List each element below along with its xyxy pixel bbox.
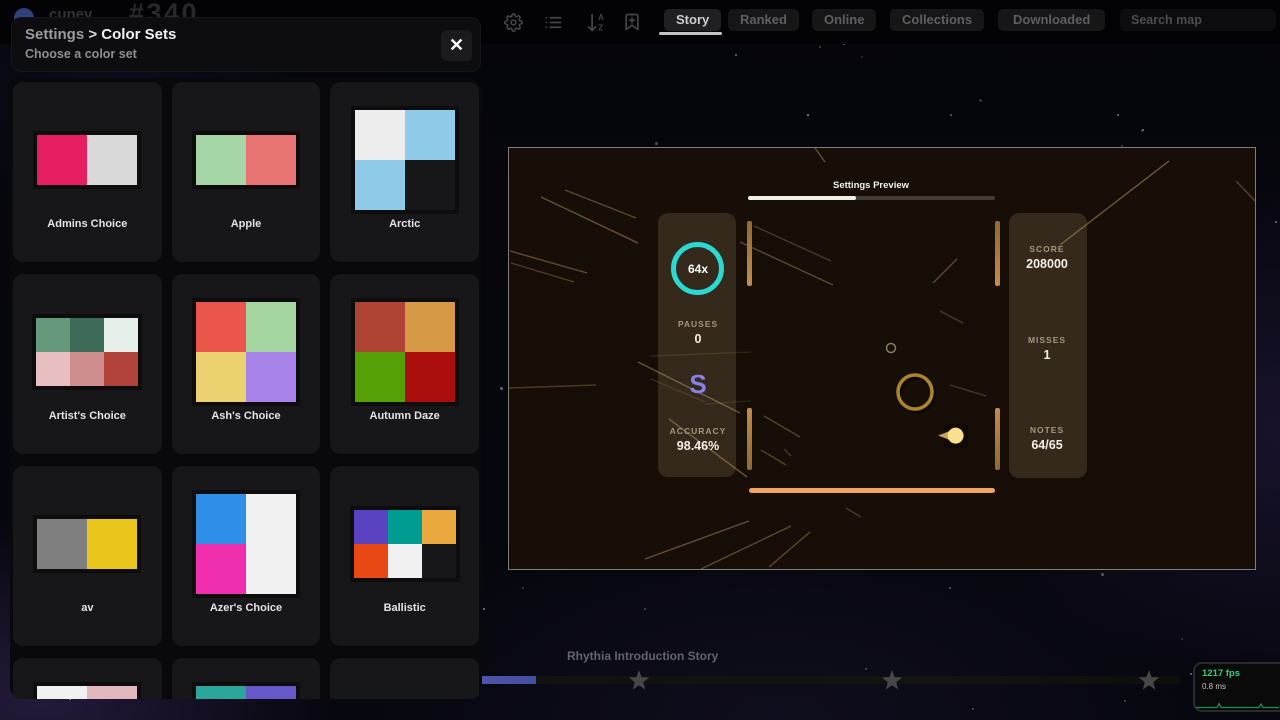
- svg-text:Z: Z: [598, 23, 603, 32]
- svg-text:A: A: [598, 13, 604, 22]
